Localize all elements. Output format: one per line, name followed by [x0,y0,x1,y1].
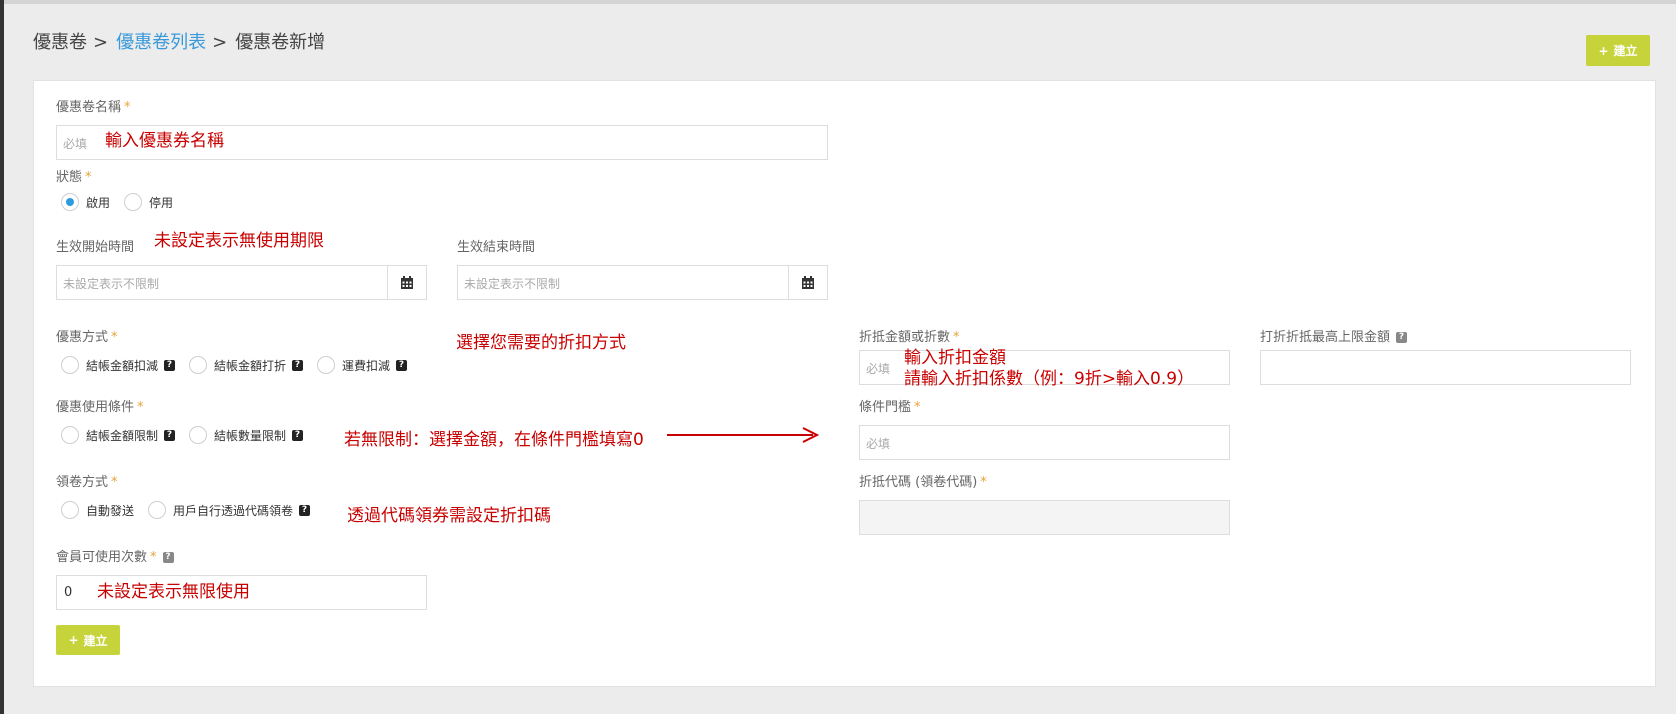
discount-type-label: 優惠方式 * [56,330,118,345]
usage-count-label: 會員可使用次數 *? [56,546,174,565]
condition-radio-amount[interactable]: 結帳金額限制 ? [61,426,176,444]
max-discount-label: 打折折抵最高上限金額? [1260,326,1408,345]
claim-method-radio-code[interactable]: 用戶自行透過代碼領卷 ? [148,501,311,519]
plus-icon: + [1598,43,1609,58]
radio-empty-icon [61,356,79,374]
radio-empty-icon [61,426,79,444]
start-time-label: 生效開始時間 [56,240,135,255]
breadcrumb-root: 優惠卷 [33,32,87,53]
discount-type-radio-percent[interactable]: 結帳金額打折 ? [189,356,304,374]
coupon-name-placeholder: 必填 [63,137,88,151]
claim-method-radio-group: 自動發送 用戶自行透過代碼領卷 ? [61,501,324,519]
create-button-label: 建立 [1613,44,1638,58]
breadcrumb-list-link[interactable]: 優惠卷列表 [116,32,206,53]
required-mark: * [150,550,157,565]
claim-method-radio-auto[interactable]: 自動發送 [61,501,134,519]
status-radio-group: 啟用 停用 [61,193,187,211]
condition-annotation: 若無限制：選擇金額，在條件門檻填寫0 [344,430,644,450]
help-icon[interactable]: ? [162,552,174,563]
create-button-bottom[interactable]: + 建立 [56,625,120,655]
start-time-input[interactable]: 未設定表示不限制 [56,265,427,300]
discount-type-radio-group: 結帳金額扣減 ? 結帳金額打折 ? 運費扣減 ? [61,356,421,374]
top-edge-line [4,0,1676,4]
required-mark: * [111,475,118,490]
end-time-calendar-button[interactable] [788,266,827,299]
required-mark: * [85,170,92,185]
end-time-input[interactable]: 未設定表示不限制 [457,265,828,300]
required-mark: * [980,475,987,490]
threshold-input[interactable]: 必填 [859,425,1230,460]
name-label: 優惠卷名稱 * [56,100,131,115]
status-radio-disabled[interactable]: 停用 [124,193,173,211]
discount-amount-annotation-2: 請輸入折扣係數（例：9折>輸入0.9） [904,369,1195,389]
create-button-label: 建立 [83,633,108,648]
help-icon[interactable]: ? [299,504,311,516]
code-input[interactable] [859,500,1230,535]
breadcrumb-current: 優惠卷新增 [235,32,326,53]
form-panel: 優惠卷名稱 * 必填 輸入優惠券名稱 狀態 * 啟用 停用 生效開始時間 未設定表示… [33,80,1656,687]
usage-count-annotation: 未設定表示無限使用 [97,582,250,602]
plus-icon: + [68,633,79,647]
claim-method-annotation: 透過代碼領券需設定折扣碼 [347,506,551,526]
radio-empty-icon [189,356,208,374]
radio-empty-icon [61,501,79,519]
discount-amount-label: 折抵金額或折數 * [859,330,960,345]
condition-label: 優惠使用條件 * [56,400,144,415]
help-icon[interactable]: ? [396,359,408,371]
required-mark: * [914,400,921,415]
status-label: 狀態 * [56,170,92,185]
help-icon[interactable]: ? [164,429,176,441]
start-time-annotation: 未設定表示無使用期限 [154,231,324,251]
threshold-label: 條件門檻 * [859,400,921,415]
discount-type-annotation: 選擇您需要的折扣方式 [456,333,626,353]
radio-empty-icon [317,356,336,374]
radio-empty-icon [189,426,208,444]
breadcrumb-separator: > [93,32,109,53]
calendar-icon [401,275,413,289]
required-mark: * [111,330,118,345]
condition-radio-group: 結帳金額限制 ? 結帳數量限制 ? [61,426,317,444]
discount-amount-annotation-1: 輸入折扣金額 [904,348,1006,368]
radio-empty-icon [124,193,143,211]
calendar-icon [802,275,814,289]
claim-method-label: 領卷方式 * [56,475,118,490]
create-button-top[interactable]: + 建立 [1586,35,1650,66]
arrow-right-icon [667,427,820,443]
radio-empty-icon [148,501,167,519]
help-icon[interactable]: ? [292,359,304,371]
help-icon[interactable]: ? [292,429,304,441]
code-label: 折抵代碼 (領卷代碼) * [859,475,987,490]
breadcrumb-separator: > [212,32,228,53]
usage-count-value: 0 [64,585,73,600]
status-radio-enabled[interactable]: 啟用 [61,193,110,211]
start-time-calendar-button[interactable] [387,266,426,299]
end-time-label: 生效結束時間 [457,240,536,255]
required-mark: * [137,400,144,415]
discount-type-radio-shipping[interactable]: 運費扣減 ? [317,356,408,374]
breadcrumb: 優惠卷 > 優惠卷列表 > 優惠卷新增 [33,28,325,54]
discount-type-radio-amount[interactable]: 結帳金額扣減 ? [61,356,176,374]
condition-radio-quantity[interactable]: 結帳數量限制 ? [189,426,304,444]
required-mark: * [953,330,960,345]
left-edge-bar [0,0,4,714]
help-icon[interactable]: ? [1396,332,1408,343]
radio-selected-icon [61,193,79,211]
required-mark: * [124,100,131,115]
max-discount-input[interactable] [1260,350,1631,385]
name-annotation: 輸入優惠券名稱 [105,131,224,151]
help-icon[interactable]: ? [164,359,176,371]
